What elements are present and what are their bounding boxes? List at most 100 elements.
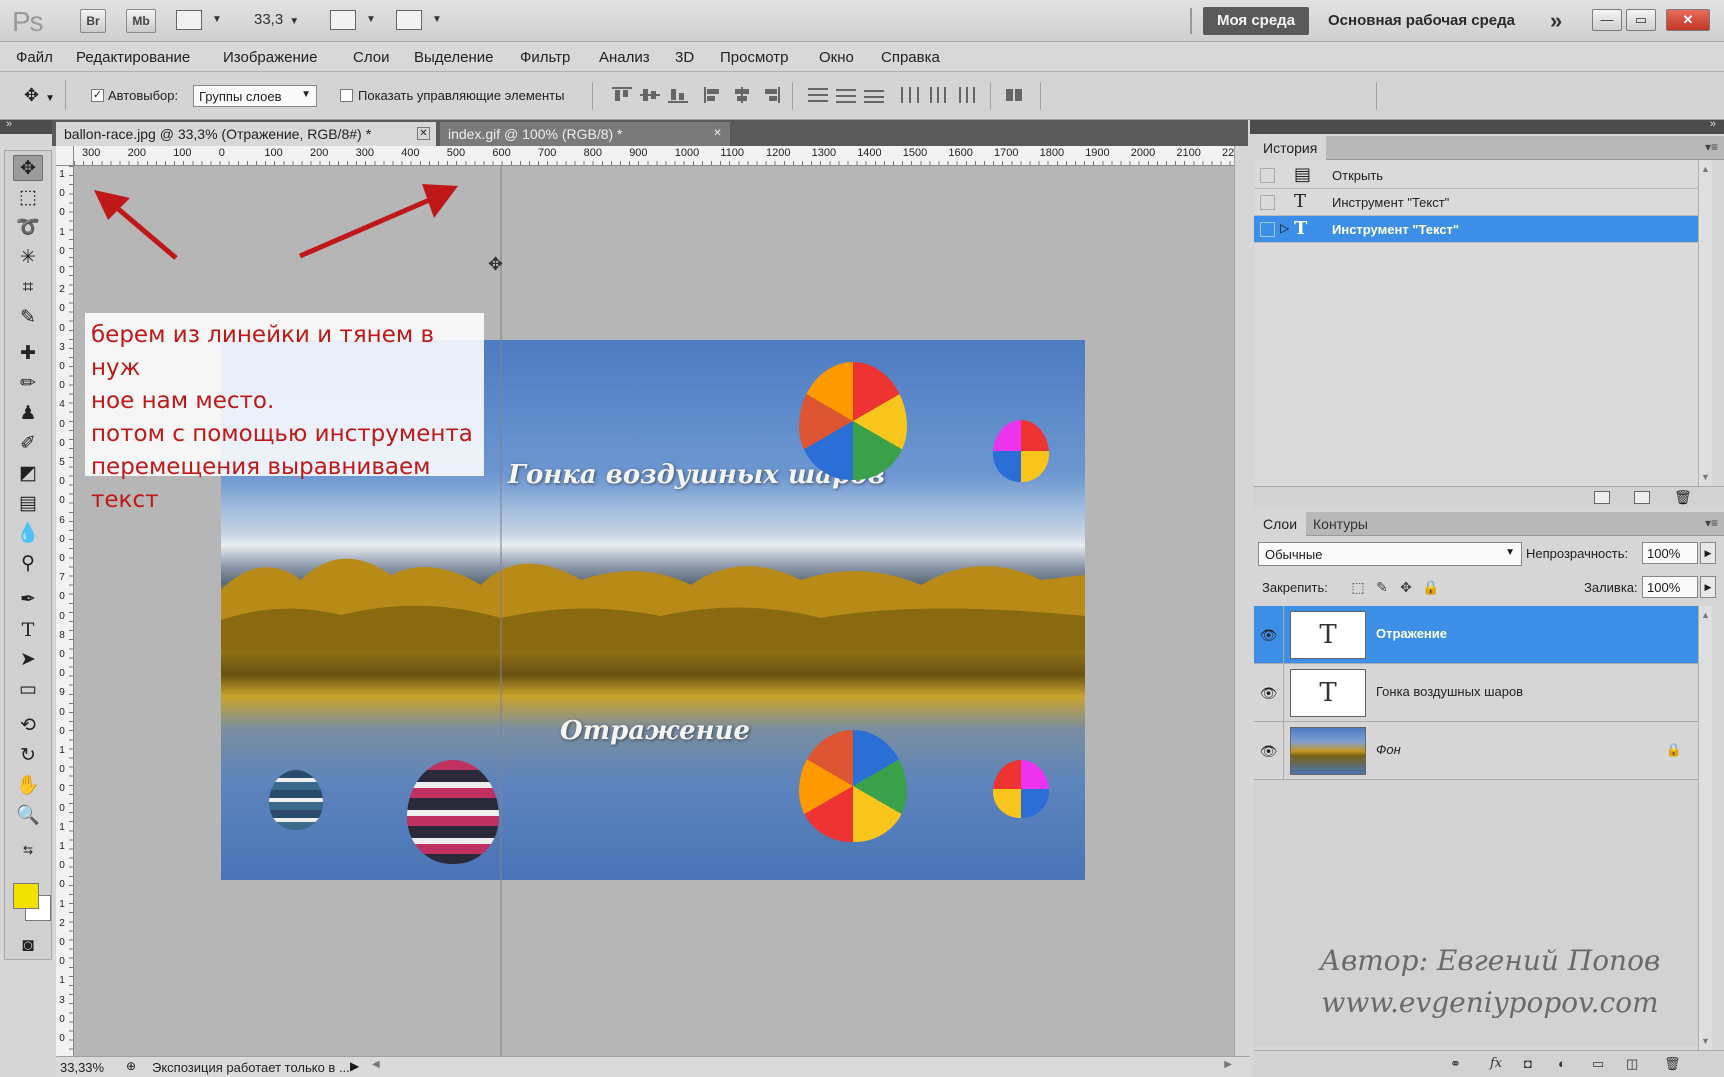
align-horizontal-centers-icon[interactable] xyxy=(732,87,752,103)
brush-tool-icon[interactable]: ✏ xyxy=(13,371,43,397)
document-canvas[interactable]: Гонка воздушных шаров Отражение ✥ берем … xyxy=(74,166,1234,1056)
trash-icon[interactable]: 🗑 xyxy=(1674,489,1692,506)
menu-view[interactable]: Просмотр xyxy=(720,49,789,66)
distribute-horizontal-centers-icon[interactable] xyxy=(928,87,948,103)
new-document-from-state-icon[interactable] xyxy=(1594,491,1610,504)
scroll-down-icon[interactable]: ▼ xyxy=(1701,472,1710,482)
collapse-icon[interactable]: » xyxy=(6,118,12,130)
tab-paths[interactable]: Контуры xyxy=(1304,512,1377,536)
align-vertical-centers-icon[interactable] xyxy=(640,87,660,103)
autoselect-checkbox[interactable]: ✓ xyxy=(91,89,104,102)
history-source-checkbox[interactable] xyxy=(1260,195,1275,210)
lock-transparency-icon[interactable]: ⬚ xyxy=(1350,579,1366,595)
new-layer-icon[interactable]: ◫ xyxy=(1626,1056,1638,1072)
align-bottom-edges-icon[interactable] xyxy=(668,87,688,103)
horizontal-ruler[interactable]: 300 200 100 0 100 200 300 400 500 600 700 800 900 100… xyxy=(74,146,1246,166)
chevron-down-icon[interactable]: ▼ xyxy=(432,14,442,25)
mini-bridge-button[interactable]: Mb xyxy=(126,9,156,33)
eye-icon[interactable]: 👁 xyxy=(1254,722,1284,780)
gradient-tool-icon[interactable]: ▤ xyxy=(13,491,43,517)
history-scrollbar[interactable]: ▲ ▼ xyxy=(1698,160,1712,486)
panel-menu-icon[interactable]: ▾≡ xyxy=(1705,516,1718,530)
layer-name[interactable]: Отражение xyxy=(1376,626,1447,641)
lasso-tool-icon[interactable]: ➰ xyxy=(13,215,43,241)
pen-tool-icon[interactable]: ✒ xyxy=(13,587,43,613)
fill-field[interactable]: 100% xyxy=(1642,576,1698,598)
maximize-button[interactable]: ▭ xyxy=(1626,9,1656,31)
history-source-checkbox[interactable] xyxy=(1260,168,1275,183)
status-info-icon[interactable]: ⊕ xyxy=(126,1059,136,1073)
history-item-selected[interactable]: ▷ T Инструмент "Текст" xyxy=(1254,216,1698,243)
adjustment-layer-icon[interactable]: ◐ xyxy=(1558,1056,1566,1071)
workspace-essentials-button[interactable]: Основная рабочая среда xyxy=(1328,12,1515,29)
scroll-right-icon[interactable]: ▶ xyxy=(1224,1059,1232,1070)
hand-tool-icon[interactable]: ✋ xyxy=(13,773,43,799)
menu-3d[interactable]: 3D xyxy=(675,49,694,66)
healing-brush-tool-icon[interactable]: ✚ xyxy=(13,341,43,367)
vertical-guide-line[interactable] xyxy=(500,166,502,1056)
autoselect-dropdown[interactable]: Группы слоев ▼ xyxy=(193,85,317,107)
menu-layers[interactable]: Слои xyxy=(353,49,389,66)
blur-tool-icon[interactable]: 💧 xyxy=(13,521,43,547)
status-menu-arrow-icon[interactable]: ▶ xyxy=(350,1059,359,1073)
zoom-tool-icon[interactable]: 🔍 xyxy=(13,803,43,829)
layer-row-reflection[interactable]: 👁 T Отражение xyxy=(1254,606,1698,664)
chevron-down-icon[interactable]: ▼ xyxy=(212,14,222,25)
panels-header[interactable]: » xyxy=(1250,118,1724,134)
align-left-edges-icon[interactable] xyxy=(704,87,724,103)
menu-window[interactable]: Окно xyxy=(819,49,854,66)
bridge-button[interactable]: Br xyxy=(80,9,106,33)
link-layers-icon[interactable]: ⚭ xyxy=(1450,1056,1461,1072)
new-snapshot-icon[interactable] xyxy=(1634,491,1650,504)
layer-row-background[interactable]: 👁 Фон 🔒 xyxy=(1254,722,1698,780)
minimize-button[interactable]: — xyxy=(1592,9,1622,31)
arrange-documents-icon[interactable] xyxy=(330,10,356,30)
eraser-tool-icon[interactable]: ◩ xyxy=(13,461,43,487)
close-icon[interactable]: ✕ xyxy=(417,127,430,140)
layer-row-title[interactable]: 👁 T Гонка воздушных шаров xyxy=(1254,664,1698,722)
menu-analysis[interactable]: Анализ xyxy=(599,49,650,66)
menu-image[interactable]: Изображение xyxy=(223,49,318,66)
close-button[interactable]: ✕ xyxy=(1666,9,1710,31)
opacity-slider-arrow-icon[interactable]: ▶ xyxy=(1700,542,1716,564)
layers-scrollbar[interactable]: ▲ ▼ xyxy=(1698,606,1712,1050)
foreground-color-swatch[interactable] xyxy=(13,883,39,909)
3d-orbit-tool-icon[interactable]: ↻ xyxy=(13,743,43,769)
clone-stamp-tool-icon[interactable]: ♟ xyxy=(13,401,43,427)
ruler-origin[interactable] xyxy=(56,146,74,166)
swap-colors-icon[interactable]: ⇆ xyxy=(13,837,43,863)
distribute-left-edges-icon[interactable] xyxy=(900,87,920,103)
opacity-field[interactable]: 100% xyxy=(1642,542,1698,564)
chevron-down-icon[interactable]: ▼ xyxy=(366,14,376,25)
menu-filter[interactable]: Фильтр xyxy=(520,49,570,66)
more-workspaces-icon[interactable]: » xyxy=(1550,8,1562,34)
align-right-edges-icon[interactable] xyxy=(760,87,780,103)
fill-slider-arrow-icon[interactable]: ▶ xyxy=(1700,576,1716,598)
screen-mode-icon[interactable] xyxy=(396,10,422,30)
scroll-left-icon[interactable]: ◀ xyxy=(372,1059,380,1070)
marquee-tool-icon[interactable]: ⬚ xyxy=(13,185,43,211)
lock-all-icon[interactable]: 🔒 xyxy=(1422,579,1439,595)
layer-style-icon[interactable]: fx xyxy=(1490,1056,1502,1071)
tool-preset-picker[interactable]: ✥ ▼ xyxy=(10,80,66,110)
scroll-up-icon[interactable]: ▲ xyxy=(1701,610,1710,620)
lock-pixels-icon[interactable]: ✎ xyxy=(1374,579,1390,595)
toolbox-header[interactable]: » xyxy=(0,118,52,134)
status-zoom[interactable]: 33,33% xyxy=(60,1060,104,1075)
trash-icon[interactable]: 🗑 xyxy=(1664,1056,1681,1072)
magic-wand-tool-icon[interactable]: ✳ xyxy=(13,245,43,271)
menu-file[interactable]: Файл xyxy=(16,49,53,66)
distribute-right-edges-icon[interactable] xyxy=(956,87,976,103)
3d-rotate-tool-icon[interactable]: ⟲ xyxy=(13,713,43,739)
menu-edit[interactable]: Редактирование xyxy=(76,49,190,66)
panel-menu-icon[interactable]: ▾≡ xyxy=(1705,140,1718,154)
new-group-icon[interactable]: ▭ xyxy=(1592,1056,1604,1072)
menu-select[interactable]: Выделение xyxy=(414,49,493,66)
distribute-vertical-centers-icon[interactable] xyxy=(836,87,856,103)
distribute-top-edges-icon[interactable] xyxy=(808,87,828,103)
dodge-tool-icon[interactable]: ⚲ xyxy=(13,551,43,577)
path-selection-tool-icon[interactable]: ➤ xyxy=(13,647,43,673)
align-top-edges-icon[interactable] xyxy=(612,87,632,103)
layer-name[interactable]: Фон xyxy=(1376,742,1401,757)
history-item[interactable]: T Инструмент "Текст" xyxy=(1254,189,1698,216)
